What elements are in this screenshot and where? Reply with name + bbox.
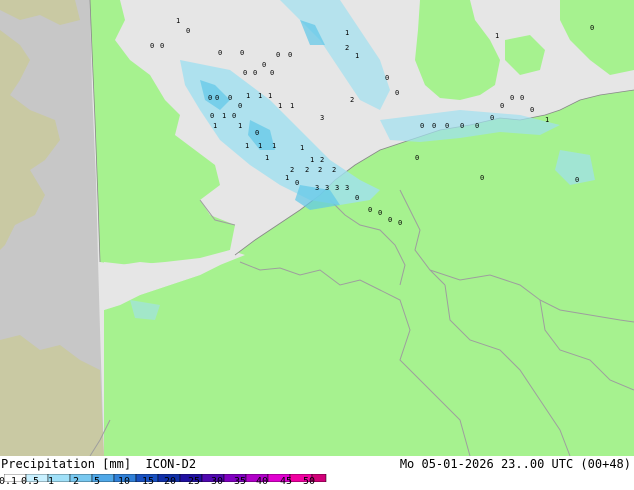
product-title: Precipitation [mm] ICON-D2 — [1, 457, 197, 471]
precip-value-label: 0 — [243, 69, 247, 77]
precip-value-label: 1 — [495, 32, 499, 40]
precip-value-label: 0 — [445, 122, 449, 130]
scale-tick-label: 50 — [302, 476, 316, 487]
scale-tick-label: 0.1 — [0, 476, 18, 487]
precip-value-label: 0 — [590, 24, 594, 32]
precip-value-label: 0 — [510, 94, 514, 102]
precip-value-label: 0 — [368, 206, 372, 214]
precip-value-label: 1 — [310, 156, 314, 164]
precip-value-label: 3 — [345, 184, 349, 192]
precip-value-label: 0 — [150, 42, 154, 50]
precip-value-label: 0 — [253, 69, 257, 77]
precip-value-label: 0 — [270, 69, 274, 77]
precip-value-label: 3 — [335, 184, 339, 192]
precip-value-label: 1 — [258, 142, 262, 150]
precip-value-label: 0 — [432, 122, 436, 130]
precip-value-label: 0 — [420, 122, 424, 130]
precip-value-label: 0 — [355, 194, 359, 202]
scale-tick-label: 45 — [279, 476, 293, 487]
precip-value-label: 1 — [268, 92, 272, 100]
precip-value-label: 3 — [315, 184, 319, 192]
precip-value-label: 1 — [355, 52, 359, 60]
legend-footer: Precipitation [mm] ICON-D2 Mo 05-01-2026… — [0, 456, 634, 490]
precip-value-label: 1 — [272, 142, 276, 150]
precip-value-label: 1 — [290, 102, 294, 110]
precip-value-label: 1 — [246, 92, 250, 100]
precip-value-label: 1 — [258, 92, 262, 100]
precipitation-map: 0010000000000000001111111111111222222233… — [0, 0, 634, 456]
scale-tick-label: 20 — [163, 476, 177, 487]
precip-value-label: 0 — [295, 179, 299, 187]
precip-value-label: 0 — [262, 61, 266, 69]
scale-tick-label: 5 — [93, 476, 101, 487]
precip-value-label: 0 — [475, 122, 479, 130]
precip-value-label: 0 — [288, 51, 292, 59]
precip-value-label: 1 — [176, 17, 180, 25]
precip-value-label: 3 — [320, 114, 324, 122]
valid-time: Mo 05-01-2026 23..00 UTC (00+48) — [399, 457, 631, 471]
precip-value-label: 0 — [378, 209, 382, 217]
scale-tick-label: 40 — [255, 476, 269, 487]
precip-value-label: 0 — [208, 94, 212, 102]
precip-value-label: 0 — [415, 154, 419, 162]
precip-value-label: 0 — [520, 94, 524, 102]
precip-value-label: 1 — [213, 122, 217, 130]
precip-value-label: 0 — [490, 114, 494, 122]
precip-value-label: 1 — [545, 116, 549, 124]
precip-value-label: 1 — [265, 154, 269, 162]
precip-value-label: 2 — [350, 96, 354, 104]
scale-tick-label: 1 — [47, 476, 55, 487]
precip-value-label: 0 — [160, 42, 164, 50]
precip-value-label: 0 — [255, 129, 259, 137]
precip-value-label: 0 — [500, 102, 504, 110]
precip-value-label: 0 — [228, 94, 232, 102]
precip-value-label: 0 — [385, 74, 389, 82]
scale-tick-label: 30 — [210, 476, 224, 487]
precip-value-label: 1 — [300, 144, 304, 152]
scale-tick-label: 15 — [141, 476, 155, 487]
precip-value-label: 2 — [290, 166, 294, 174]
precip-value-label: 1 — [222, 112, 226, 120]
precip-value-label: 2 — [320, 156, 324, 164]
precip-value-label: 1 — [238, 122, 242, 130]
precip-value-label: 2 — [318, 166, 322, 174]
precip-value-label: 0 — [276, 51, 280, 59]
scale-tick-label: 35 — [233, 476, 247, 487]
precip-value-label: 0 — [480, 174, 484, 182]
precip-value-label: 1 — [245, 142, 249, 150]
precip-value-label: 0 — [238, 102, 242, 110]
scale-tick-label: 25 — [187, 476, 201, 487]
precip-value-label: 2 — [332, 166, 336, 174]
scale-tick-label: 2 — [72, 476, 80, 487]
precip-value-label: 0 — [530, 106, 534, 114]
precip-value-label: 3 — [325, 184, 329, 192]
scale-tick-label: 10 — [117, 476, 131, 487]
precip-value-label: 0 — [388, 216, 392, 224]
precip-value-label: 0 — [460, 122, 464, 130]
precip-value-label: 0 — [218, 49, 222, 57]
precip-value-label: 0 — [232, 112, 236, 120]
scale-tick-label: 0.5 — [20, 476, 40, 487]
precip-value-label: 0 — [215, 94, 219, 102]
precip-value-label: 0 — [395, 89, 399, 97]
precip-value-label: 1 — [345, 29, 349, 37]
precip-value-label: 0 — [575, 176, 579, 184]
precip-value-label: 2 — [305, 166, 309, 174]
precip-value-label: 0 — [398, 219, 402, 227]
precip-value-label: 1 — [285, 174, 289, 182]
precip-value-label: 1 — [278, 102, 282, 110]
precip-value-label: 0 — [186, 27, 190, 35]
precip-value-label: 0 — [210, 112, 214, 120]
precip-value-label: 2 — [345, 44, 349, 52]
precip-value-label: 0 — [240, 49, 244, 57]
